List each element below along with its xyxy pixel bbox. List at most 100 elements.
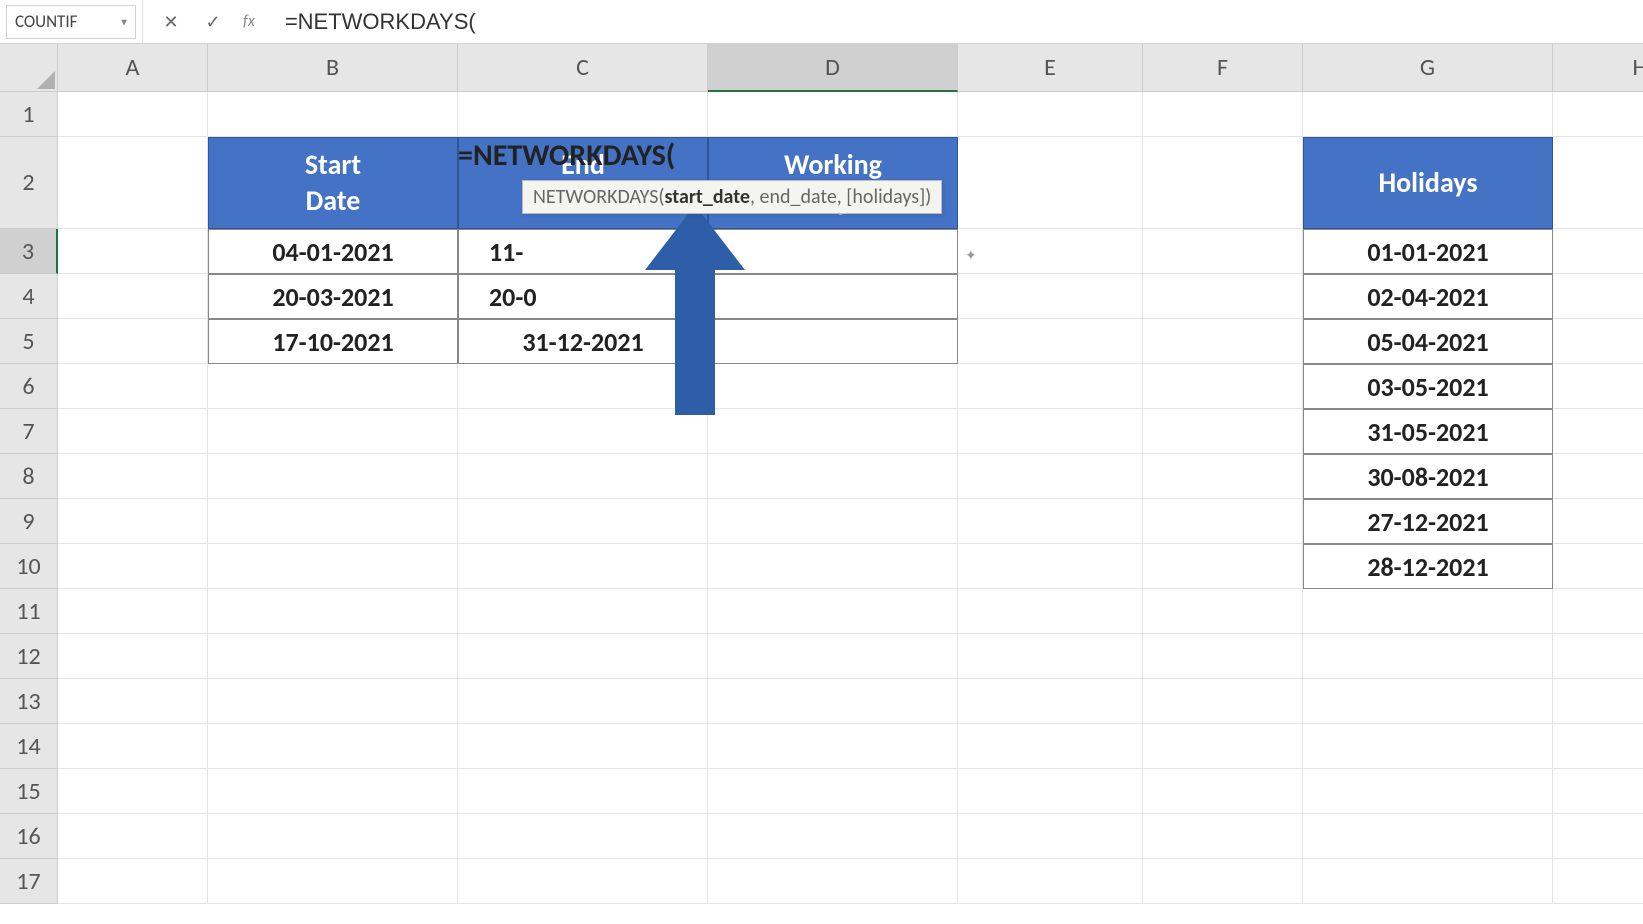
cell-F12[interactable]	[1143, 634, 1303, 679]
cell-E9[interactable]	[958, 499, 1143, 544]
cancel-formula-button[interactable]: ✕	[153, 8, 189, 36]
cell-B1[interactable]	[208, 92, 458, 137]
col-header-E[interactable]: E	[958, 44, 1143, 92]
cell-H2[interactable]	[1553, 137, 1643, 229]
cell-D10[interactable]	[708, 544, 958, 589]
cell-A3[interactable]	[58, 229, 208, 274]
cell-F17[interactable]	[1143, 859, 1303, 904]
cell-C9[interactable]	[458, 499, 708, 544]
tooltip-active-arg[interactable]: start_date	[664, 185, 750, 209]
cell-A16[interactable]	[58, 814, 208, 859]
row-header-3[interactable]: 3	[0, 229, 58, 274]
cell-E15[interactable]	[958, 769, 1143, 814]
row-header-14[interactable]: 14	[0, 724, 58, 769]
row-header-2[interactable]: 2	[0, 137, 58, 229]
row-header-17[interactable]: 17	[0, 859, 58, 904]
cell-F10[interactable]	[1143, 544, 1303, 589]
cell-H4[interactable]	[1553, 274, 1643, 319]
cell-D9[interactable]	[708, 499, 958, 544]
cell-H11[interactable]	[1553, 589, 1643, 634]
cell-D6[interactable]	[708, 364, 958, 409]
cell-D3[interactable]	[708, 229, 958, 274]
row-header-15[interactable]: 15	[0, 769, 58, 814]
cell-G10[interactable]: 28-12-2021	[1303, 544, 1553, 589]
cell-C11[interactable]	[458, 589, 708, 634]
cell-F5[interactable]	[1143, 319, 1303, 364]
cell-C12[interactable]	[458, 634, 708, 679]
cell-C16[interactable]	[458, 814, 708, 859]
cell-E8[interactable]	[958, 454, 1143, 499]
cell-F1[interactable]	[1143, 92, 1303, 137]
cell-H8[interactable]	[1553, 454, 1643, 499]
cell-E16[interactable]	[958, 814, 1143, 859]
cell-E4[interactable]	[958, 274, 1143, 319]
col-header-G[interactable]: G	[1303, 44, 1553, 92]
cell-E12[interactable]	[958, 634, 1143, 679]
cell-A5[interactable]	[58, 319, 208, 364]
row-header-8[interactable]: 8	[0, 454, 58, 499]
cell-D5[interactable]	[708, 319, 958, 364]
row-header-1[interactable]: 1	[0, 92, 58, 137]
cell-H5[interactable]	[1553, 319, 1643, 364]
cell-E2[interactable]	[958, 137, 1143, 229]
cell-H7[interactable]	[1553, 409, 1643, 454]
cell-D13[interactable]	[708, 679, 958, 724]
cell-A8[interactable]	[58, 454, 208, 499]
cell-E5[interactable]	[958, 319, 1143, 364]
cell-G17[interactable]	[1303, 859, 1553, 904]
cell-B17[interactable]	[208, 859, 458, 904]
cell-H10[interactable]	[1553, 544, 1643, 589]
cell-G4[interactable]: 02-04-2021	[1303, 274, 1553, 319]
fx-label[interactable]: fx	[237, 12, 267, 31]
cell-G7[interactable]: 31-05-2021	[1303, 409, 1553, 454]
col-header-F[interactable]: F	[1143, 44, 1303, 92]
row-header-13[interactable]: 13	[0, 679, 58, 724]
cell-A17[interactable]	[58, 859, 208, 904]
cell-B16[interactable]	[208, 814, 458, 859]
cell-C7[interactable]	[458, 409, 708, 454]
cell-B14[interactable]	[208, 724, 458, 769]
cell-H3[interactable]	[1553, 229, 1643, 274]
cell-D1[interactable]	[708, 92, 958, 137]
name-box[interactable]: COUNTIF ▼	[6, 5, 136, 39]
cell-A9[interactable]	[58, 499, 208, 544]
cell-G8[interactable]: 30-08-2021	[1303, 454, 1553, 499]
cell-E1[interactable]	[958, 92, 1143, 137]
cell-G13[interactable]	[1303, 679, 1553, 724]
cell-A10[interactable]	[58, 544, 208, 589]
cell-E7[interactable]	[958, 409, 1143, 454]
row-header-10[interactable]: 10	[0, 544, 58, 589]
header-holidays[interactable]: Holidays	[1303, 137, 1553, 229]
cell-H17[interactable]	[1553, 859, 1643, 904]
formula-input[interactable]	[277, 0, 1643, 43]
cell-D11[interactable]	[708, 589, 958, 634]
col-header-C[interactable]: C	[458, 44, 708, 92]
cell-B5[interactable]: 17-10-2021	[208, 319, 458, 364]
cell-G14[interactable]	[1303, 724, 1553, 769]
header-start-date[interactable]: Start Date	[208, 137, 458, 229]
cell-G9[interactable]: 27-12-2021	[1303, 499, 1553, 544]
cell-A13[interactable]	[58, 679, 208, 724]
cell-E13[interactable]	[958, 679, 1143, 724]
cell-F8[interactable]	[1143, 454, 1303, 499]
cell-H16[interactable]	[1553, 814, 1643, 859]
cell-A14[interactable]	[58, 724, 208, 769]
cell-B15[interactable]	[208, 769, 458, 814]
row-header-5[interactable]: 5	[0, 319, 58, 364]
cell-D16[interactable]	[708, 814, 958, 859]
cell-H9[interactable]	[1553, 499, 1643, 544]
cell-F7[interactable]	[1143, 409, 1303, 454]
select-all-corner[interactable]	[0, 44, 58, 92]
cell-B7[interactable]	[208, 409, 458, 454]
row-header-6[interactable]: 6	[0, 364, 58, 409]
cell-B12[interactable]	[208, 634, 458, 679]
cell-B11[interactable]	[208, 589, 458, 634]
cell-G5[interactable]: 05-04-2021	[1303, 319, 1553, 364]
cell-C8[interactable]	[458, 454, 708, 499]
cell-A2[interactable]	[58, 137, 208, 229]
col-header-H[interactable]: H	[1553, 44, 1643, 92]
cell-G3[interactable]: 01-01-2021	[1303, 229, 1553, 274]
cell-F11[interactable]	[1143, 589, 1303, 634]
cell-F15[interactable]	[1143, 769, 1303, 814]
cell-F16[interactable]	[1143, 814, 1303, 859]
